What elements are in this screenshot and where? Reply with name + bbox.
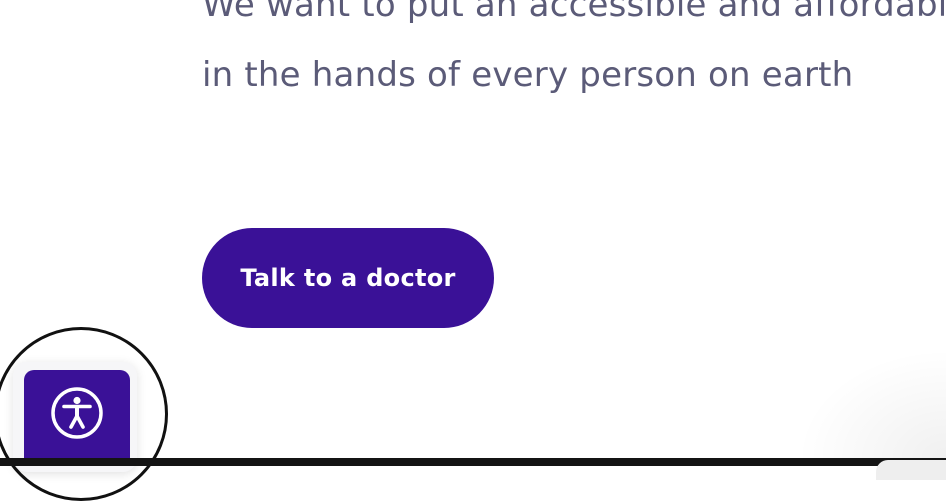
hero-line-2: in the hands of every person on earth	[202, 55, 854, 95]
talk-to-doctor-button[interactable]: Talk to a doctor	[202, 228, 494, 328]
hero-line-1: We want to put an accessible and afforda…	[202, 0, 946, 25]
accessibility-button[interactable]	[24, 370, 130, 466]
bottom-right-panel-edge	[876, 460, 946, 480]
bottom-dark-strip	[0, 458, 946, 466]
accessibility-icon	[51, 387, 103, 439]
hero-text: We want to put an accessible and afforda…	[202, 0, 946, 110]
corner-shadow	[796, 348, 946, 458]
